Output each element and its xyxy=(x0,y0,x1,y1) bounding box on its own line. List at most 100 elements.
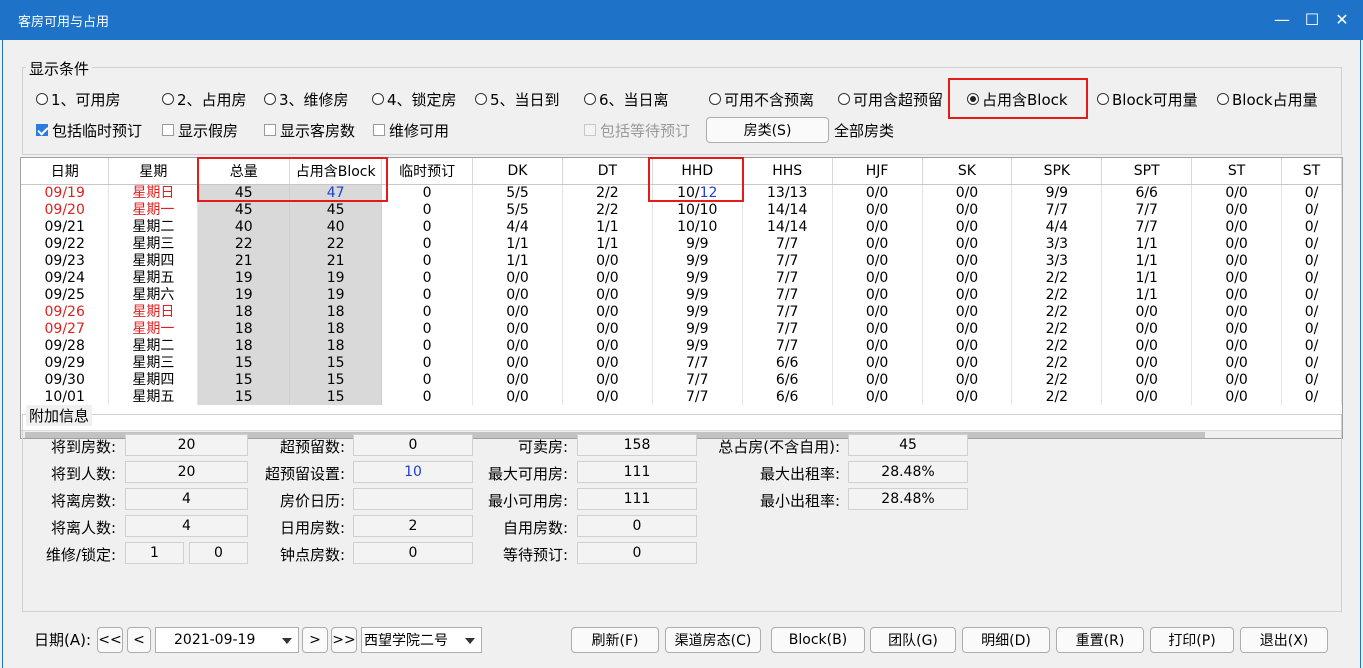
table-cell[interactable]: 0 xyxy=(381,388,474,405)
table-cell[interactable]: 0/0 xyxy=(472,354,563,371)
table-cell[interactable]: 0/0 xyxy=(472,303,563,320)
table-cell[interactable]: 0/ xyxy=(1281,337,1342,354)
radio-option[interactable]: 1、可用房 xyxy=(36,89,121,109)
table-cell[interactable]: 21 xyxy=(289,252,383,269)
table-cell[interactable]: 9/9 xyxy=(652,286,743,303)
table-row[interactable]: 09/30 星期四 15 15 0 0/0 0/0 7/7 6/6 0/0 0/0 2/2 0/0 0/0… xyxy=(21,371,1342,388)
table-cell[interactable]: 15 xyxy=(289,388,383,405)
table-cell[interactable]: 7/7 xyxy=(1101,218,1193,235)
last-page-button[interactable]: >> xyxy=(331,627,357,653)
table-row[interactable]: 09/19 星期日 45 47 0 5/5 2/2 10/12 13/13 0/0 0/0 9/9 6/… xyxy=(21,184,1342,201)
table-cell[interactable]: 0/0 xyxy=(832,286,923,303)
table-cell[interactable]: 0 xyxy=(381,269,474,286)
table-cell[interactable]: 18 xyxy=(197,337,291,354)
table-cell[interactable]: 0/0 xyxy=(1191,303,1283,320)
table-cell[interactable]: 09/30 xyxy=(21,371,110,388)
table-cell[interactable]: 0/ xyxy=(1281,303,1342,320)
table-cell[interactable]: 0/0 xyxy=(922,252,1013,269)
table-cell[interactable]: 0/0 xyxy=(562,320,653,337)
table-cell[interactable]: 2/2 xyxy=(1011,354,1103,371)
table-cell[interactable]: 7/7 xyxy=(742,235,833,252)
column-header[interactable]: ST xyxy=(1281,158,1342,185)
room-type-button[interactable]: 房类(S) xyxy=(706,117,829,143)
checkbox-option[interactable]: 显示假房 xyxy=(162,120,238,140)
table-cell[interactable]: 22 xyxy=(289,235,383,252)
radio-indicator-icon[interactable] xyxy=(967,93,979,105)
table-cell[interactable]: 0/0 xyxy=(562,269,653,286)
table-row[interactable]: 10/01 星期五 15 15 0 0/0 0/0 7/7 6/6 0/0 0/0 2/2 0/0 0/0… xyxy=(21,388,1342,405)
table-cell[interactable]: 0/0 xyxy=(1101,354,1193,371)
table-cell[interactable]: 0/0 xyxy=(1191,235,1283,252)
table-cell[interactable]: 0/0 xyxy=(922,354,1013,371)
table-cell[interactable]: 19 xyxy=(289,286,383,303)
radio-option[interactable]: 2、占用房 xyxy=(162,89,247,109)
table-cell[interactable]: 09/29 xyxy=(21,354,110,371)
table-cell[interactable]: 0/0 xyxy=(1191,388,1283,405)
table-cell[interactable]: 0/0 xyxy=(1191,218,1283,235)
table-cell[interactable]: 星期日 xyxy=(108,303,199,320)
table-cell[interactable]: 15 xyxy=(197,388,291,405)
footer-button[interactable]: Block(B) xyxy=(771,627,865,653)
radio-option[interactable]: 占用含Block xyxy=(967,89,1068,109)
radio-indicator-icon[interactable] xyxy=(709,93,721,105)
table-cell[interactable]: 09/24 xyxy=(21,269,110,286)
table-cell[interactable]: 9/9 xyxy=(652,235,743,252)
table-cell[interactable]: 13/13 xyxy=(742,184,833,201)
table-cell[interactable]: 7/7 xyxy=(742,337,833,354)
table-cell[interactable]: 3/3 xyxy=(1011,252,1103,269)
footer-button[interactable]: 重置(R) xyxy=(1056,627,1144,653)
table-cell[interactable]: 9/9 xyxy=(652,269,743,286)
table-cell[interactable]: 0/0 xyxy=(1101,371,1193,388)
minimize-icon[interactable]: — xyxy=(1268,6,1296,34)
table-row[interactable]: 09/21 星期二 40 40 0 4/4 1/1 10/10 14/14 0/0 0/0 4/4 7/… xyxy=(21,218,1342,235)
table-cell[interactable]: 10/10 xyxy=(652,218,743,235)
table-cell[interactable]: 0/ xyxy=(1281,235,1342,252)
table-cell[interactable]: 2/2 xyxy=(1011,371,1103,388)
table-cell[interactable]: 9/9 xyxy=(652,320,743,337)
table-cell[interactable]: 2/2 xyxy=(1011,286,1103,303)
table-cell[interactable]: 3/3 xyxy=(1011,235,1103,252)
radio-indicator-icon[interactable] xyxy=(584,93,596,105)
radio-indicator-icon[interactable] xyxy=(838,93,850,105)
table-cell[interactable]: 0/0 xyxy=(922,371,1013,388)
footer-button[interactable]: 打印(P) xyxy=(1150,627,1234,653)
footer-button[interactable]: 退出(X) xyxy=(1240,627,1328,653)
footer-button[interactable]: 渠道房态(C) xyxy=(665,627,761,653)
table-cell[interactable]: 09/19 xyxy=(21,184,110,201)
table-cell[interactable]: 0/0 xyxy=(832,184,923,201)
table-cell[interactable]: 40 xyxy=(197,218,291,235)
radio-indicator-icon[interactable] xyxy=(36,93,48,105)
table-cell[interactable]: 0/0 xyxy=(832,201,923,218)
table-cell[interactable]: 9/9 xyxy=(652,337,743,354)
table-cell[interactable]: 0/0 xyxy=(922,388,1013,405)
table-cell[interactable]: 7/7 xyxy=(742,252,833,269)
table-cell[interactable]: 星期四 xyxy=(108,252,199,269)
table-cell[interactable]: 2/2 xyxy=(1011,303,1103,320)
table-cell[interactable]: 6/6 xyxy=(1101,184,1193,201)
table-cell[interactable]: 09/27 xyxy=(21,320,110,337)
table-cell[interactable]: 1/1 xyxy=(1101,235,1193,252)
table-cell[interactable]: 0/ xyxy=(1281,320,1342,337)
table-cell[interactable]: 0/ xyxy=(1281,354,1342,371)
checkbox-indicator-icon[interactable] xyxy=(36,124,48,136)
table-cell[interactable]: 10/10 xyxy=(652,201,743,218)
column-header[interactable]: SPK xyxy=(1011,158,1103,185)
radio-indicator-icon[interactable] xyxy=(372,93,384,105)
table-cell[interactable]: 9/9 xyxy=(1011,184,1103,201)
table-cell[interactable]: 0/0 xyxy=(922,235,1013,252)
table-cell[interactable]: 0/0 xyxy=(922,184,1013,201)
table-cell[interactable]: 0/ xyxy=(1281,201,1342,218)
table-cell[interactable]: 0/0 xyxy=(562,252,653,269)
table-cell[interactable]: 1/1 xyxy=(1101,269,1193,286)
table-cell[interactable]: 星期一 xyxy=(108,201,199,218)
checkbox-option[interactable]: 包括临时预订 xyxy=(36,120,142,140)
column-header[interactable]: DT xyxy=(562,158,653,185)
table-cell[interactable]: 1/1 xyxy=(562,235,653,252)
table-cell[interactable]: 0/0 xyxy=(832,388,923,405)
table-cell[interactable]: 5/5 xyxy=(472,184,563,201)
column-header[interactable]: 占用含Block xyxy=(289,158,383,185)
previous-day-button[interactable]: < xyxy=(127,627,151,653)
table-cell[interactable]: 0/0 xyxy=(1191,201,1283,218)
table-cell[interactable]: 0/ xyxy=(1281,218,1342,235)
table-cell[interactable]: 45 xyxy=(289,201,383,218)
